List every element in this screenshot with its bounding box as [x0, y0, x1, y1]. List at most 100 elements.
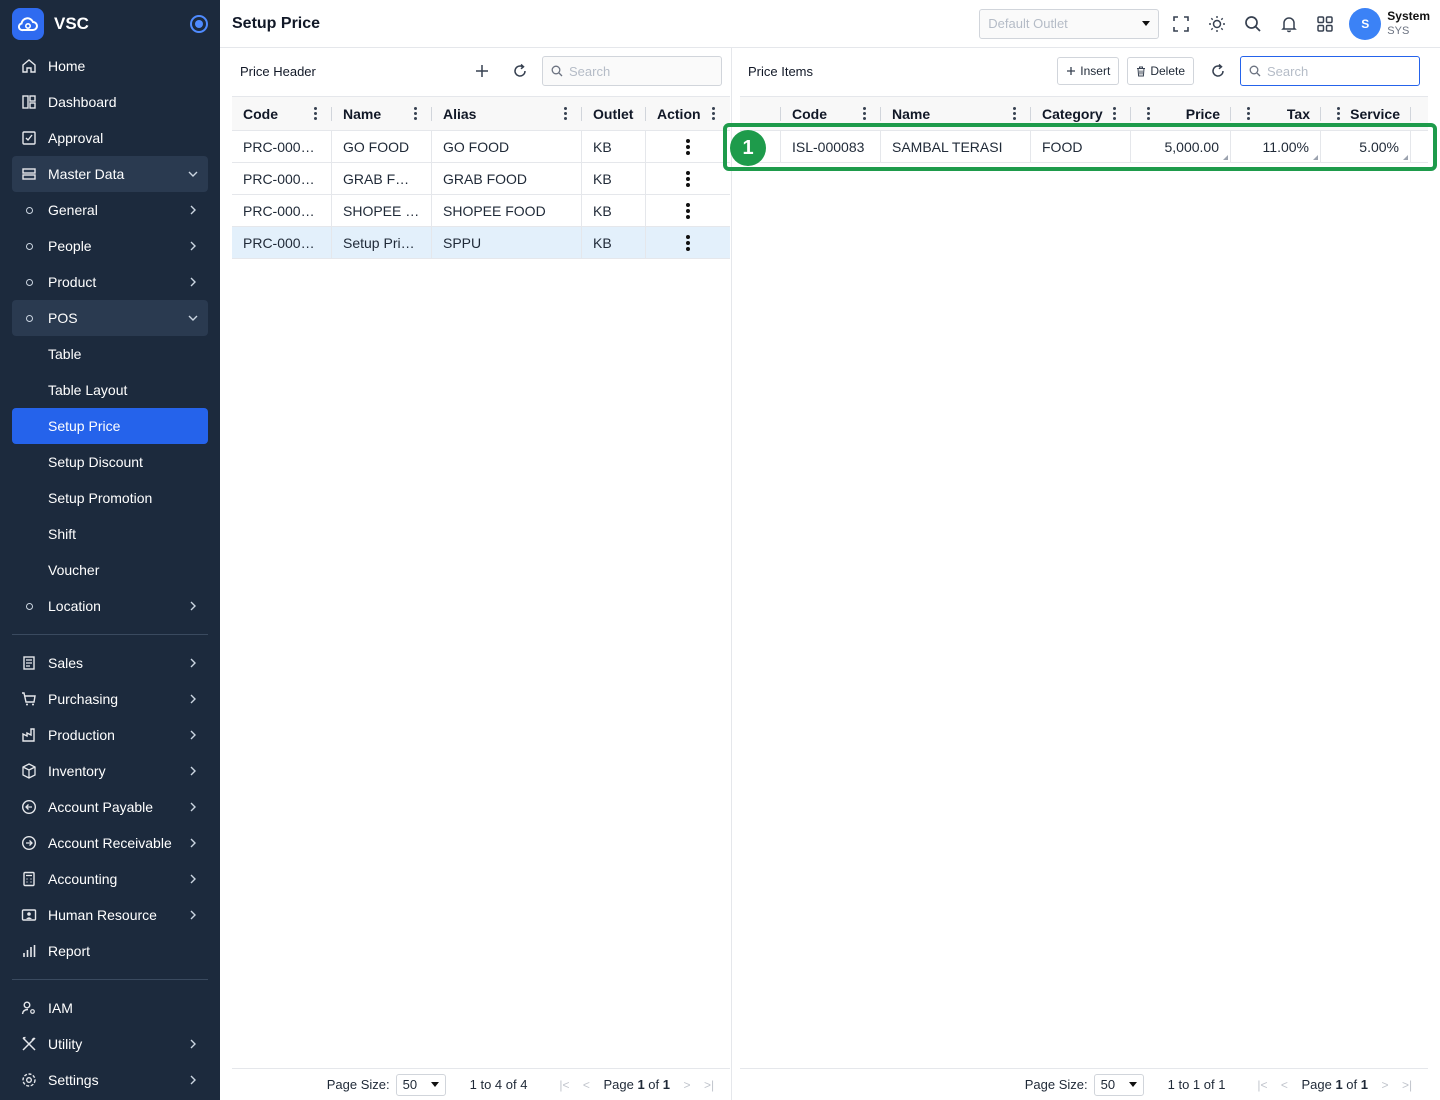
sidebar-item-table[interactable]: Table	[12, 336, 208, 372]
annotation-number-badge: 1	[730, 130, 766, 166]
sidebar-item-approval[interactable]: Approval	[12, 120, 208, 156]
outlet-select[interactable]: Default Outlet	[979, 8, 1160, 39]
column-header-name[interactable]: Name	[881, 97, 1031, 130]
sidebar-item-sales[interactable]: Sales	[12, 645, 208, 681]
column-header-code[interactable]: Code	[232, 97, 332, 130]
bell-icon[interactable]	[1271, 6, 1307, 42]
column-header-alias[interactable]: Alias	[432, 97, 582, 130]
cell-price[interactable]: 5,000.00	[1131, 131, 1231, 162]
sidebar-item-pos[interactable]: POS	[12, 300, 208, 336]
column-header-category[interactable]: Category	[1031, 97, 1131, 130]
column-header-name[interactable]: Name	[332, 97, 432, 130]
column-menu-icon[interactable]	[707, 107, 719, 120]
column-menu-icon[interactable]	[1108, 107, 1120, 120]
sidebar-item-settings[interactable]: Settings	[12, 1062, 208, 1098]
table-row[interactable]: PRC-000003 SHOPEE FOOD SHOPEE FOOD KB	[232, 195, 730, 227]
prev-page-icon[interactable]: <	[1273, 1078, 1295, 1092]
price-items-pagination: Page Size: 50 1 to 1 of 1 |< < Page 1 of…	[740, 1068, 1428, 1100]
row-menu-icon[interactable]	[680, 234, 696, 251]
table-row-selected[interactable]: PRC-000004 Setup Price Pickup SPPU KB	[232, 227, 730, 259]
column-menu-icon[interactable]	[1332, 107, 1344, 120]
row-menu-icon[interactable]	[680, 170, 696, 187]
last-page-icon[interactable]: >|	[698, 1078, 720, 1092]
sidebar-item-shift[interactable]: Shift	[12, 516, 208, 552]
sidebar-item-iam[interactable]: IAM	[12, 990, 208, 1026]
column-menu-icon[interactable]	[559, 107, 571, 120]
first-page-icon[interactable]: |<	[1251, 1078, 1273, 1092]
column-menu-icon[interactable]	[858, 107, 870, 120]
table-row[interactable]: PRC-000001 GO FOOD GO FOOD KB	[232, 131, 730, 163]
sidebar-item-label: Report	[48, 943, 91, 959]
row-menu-icon[interactable]	[680, 138, 696, 155]
cell-service[interactable]: 5.00%	[1321, 131, 1411, 162]
apps-grid-icon[interactable]	[1307, 6, 1343, 42]
sidebar-item-utility[interactable]: Utility	[12, 1026, 208, 1062]
cell-tax[interactable]: 11.00%	[1231, 131, 1321, 162]
column-menu-icon[interactable]	[1142, 107, 1154, 120]
sidebar-item-human-resource[interactable]: Human Resource	[12, 897, 208, 933]
column-menu-icon[interactable]	[309, 107, 321, 120]
column-header-code[interactable]: Code	[781, 97, 881, 130]
sun-icon[interactable]	[1199, 6, 1235, 42]
column-header-outlet[interactable]: Outlet	[582, 97, 646, 130]
first-page-icon[interactable]: |<	[553, 1078, 575, 1092]
refresh-icon[interactable]	[1202, 55, 1234, 87]
column-menu-icon[interactable]	[1242, 107, 1254, 120]
price-header-search[interactable]	[542, 56, 722, 86]
next-page-icon[interactable]: >	[676, 1078, 698, 1092]
prev-page-icon[interactable]: <	[575, 1078, 597, 1092]
table-row[interactable]: ISL-000083 SAMBAL TERASI FOOD 5,000.00 1…	[740, 131, 1428, 163]
page-size-select[interactable]: 50	[395, 1073, 446, 1096]
add-icon[interactable]	[466, 55, 498, 87]
refresh-icon[interactable]	[504, 55, 536, 87]
sidebar-item-voucher[interactable]: Voucher	[12, 552, 208, 588]
sidebar-item-table-layout[interactable]: Table Layout	[12, 372, 208, 408]
sidebar-item-accounting[interactable]: Accounting	[12, 861, 208, 897]
sidebar-item-product[interactable]: Product	[12, 264, 208, 300]
sidebar-item-production[interactable]: Production	[12, 717, 208, 753]
column-header-price[interactable]: Price	[1131, 97, 1231, 130]
user-menu[interactable]: S System SYS	[1349, 7, 1430, 40]
insert-button[interactable]: Insert	[1057, 57, 1120, 85]
price-items-search[interactable]	[1240, 56, 1420, 86]
price-items-title: Price Items	[748, 63, 814, 79]
sidebar-toggle-icon[interactable]	[190, 15, 208, 33]
sidebar-item-people[interactable]: People	[12, 228, 208, 264]
sidebar-item-master-data[interactable]: Master Data	[12, 156, 208, 192]
column-header-tax[interactable]: Tax	[1231, 97, 1321, 130]
price-items-search-input[interactable]	[1267, 63, 1397, 79]
price-header-search-input[interactable]	[569, 63, 699, 79]
sidebar-item-purchasing[interactable]: Purchasing	[12, 681, 208, 717]
column-header-service[interactable]: Service	[1321, 97, 1411, 130]
chevron-right-icon	[186, 656, 200, 670]
search-icon[interactable]	[1235, 6, 1271, 42]
row-menu-icon[interactable]	[680, 202, 696, 219]
sidebar-item-general[interactable]: General	[12, 192, 208, 228]
price-items-grid-header: Code Name Category Price Tax Service	[740, 96, 1428, 131]
cell-alias: GO FOOD	[432, 131, 582, 162]
page-size-select[interactable]: 50	[1093, 1073, 1144, 1096]
page-indicator: Page 1 of 1	[603, 1077, 670, 1092]
sidebar-item-home[interactable]: Home	[12, 48, 208, 84]
next-page-icon[interactable]: >	[1374, 1078, 1396, 1092]
cart-icon	[20, 690, 38, 708]
sidebar-item-setup-discount[interactable]: Setup Discount	[12, 444, 208, 480]
cell-outlet: KB	[582, 227, 646, 258]
fullscreen-icon[interactable]	[1163, 6, 1199, 42]
table-row[interactable]: PRC-000002 GRAB FOOD GRAB FOOD KB	[232, 163, 730, 195]
sidebar-item-account-receivable[interactable]: Account Receivable	[12, 825, 208, 861]
sidebar-item-dashboard[interactable]: Dashboard	[12, 84, 208, 120]
cell-action	[646, 163, 730, 194]
page-size-label: Page Size:	[1024, 1077, 1088, 1092]
column-menu-icon[interactable]	[409, 107, 421, 120]
column-header-action[interactable]: Action	[646, 97, 730, 130]
sidebar-item-setup-promotion[interactable]: Setup Promotion	[12, 480, 208, 516]
sidebar-item-setup-price[interactable]: Setup Price	[12, 408, 208, 444]
last-page-icon[interactable]: >|	[1396, 1078, 1418, 1092]
sidebar-item-inventory[interactable]: Inventory	[12, 753, 208, 789]
delete-button[interactable]: Delete	[1127, 57, 1194, 85]
sidebar-item-location[interactable]: Location	[12, 588, 208, 624]
column-menu-icon[interactable]	[1008, 107, 1020, 120]
sidebar-item-report[interactable]: Report	[12, 933, 208, 969]
sidebar-item-account-payable[interactable]: Account Payable	[12, 789, 208, 825]
